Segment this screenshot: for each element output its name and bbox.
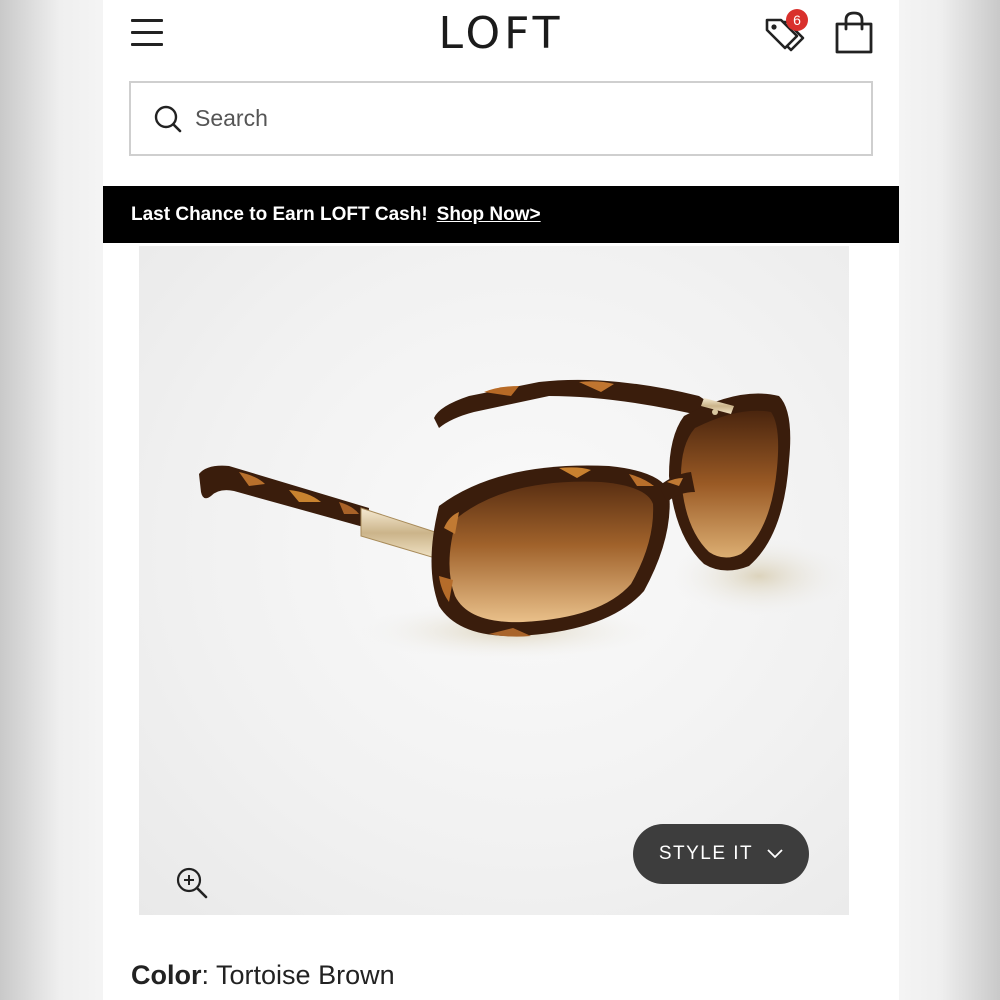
color-value: Tortoise Brown (216, 960, 395, 990)
product-image[interactable]: STYLE IT (139, 246, 849, 915)
promo-text: Last Chance to Earn LOFT Cash! (131, 203, 428, 225)
search-bar[interactable] (129, 81, 873, 156)
color-label: Color (131, 960, 202, 990)
color-selection: Color: Tortoise Brown (131, 960, 395, 991)
site-header: LOFT 6 (103, 0, 899, 72)
shopping-bag-icon[interactable] (831, 10, 877, 56)
zoom-in-icon[interactable] (175, 866, 209, 900)
chevron-down-icon (767, 849, 783, 859)
color-separator: : (201, 960, 210, 990)
promo-banner: Last Chance to Earn LOFT Cash! Shop Now> (103, 186, 899, 243)
style-it-label: STYLE IT (658, 843, 754, 864)
sunglasses-product-photo (199, 379, 849, 661)
search-input[interactable] (195, 105, 795, 132)
style-it-button[interactable]: STYLE IT (633, 824, 809, 884)
shop-now-link[interactable]: Shop Now> (437, 204, 541, 226)
wishlist-count-badge: 6 (786, 9, 808, 31)
mobile-page: LOFT 6 Last Chance to Earn LOFT Cash! Sh… (103, 0, 899, 1000)
search-icon (154, 105, 182, 132)
